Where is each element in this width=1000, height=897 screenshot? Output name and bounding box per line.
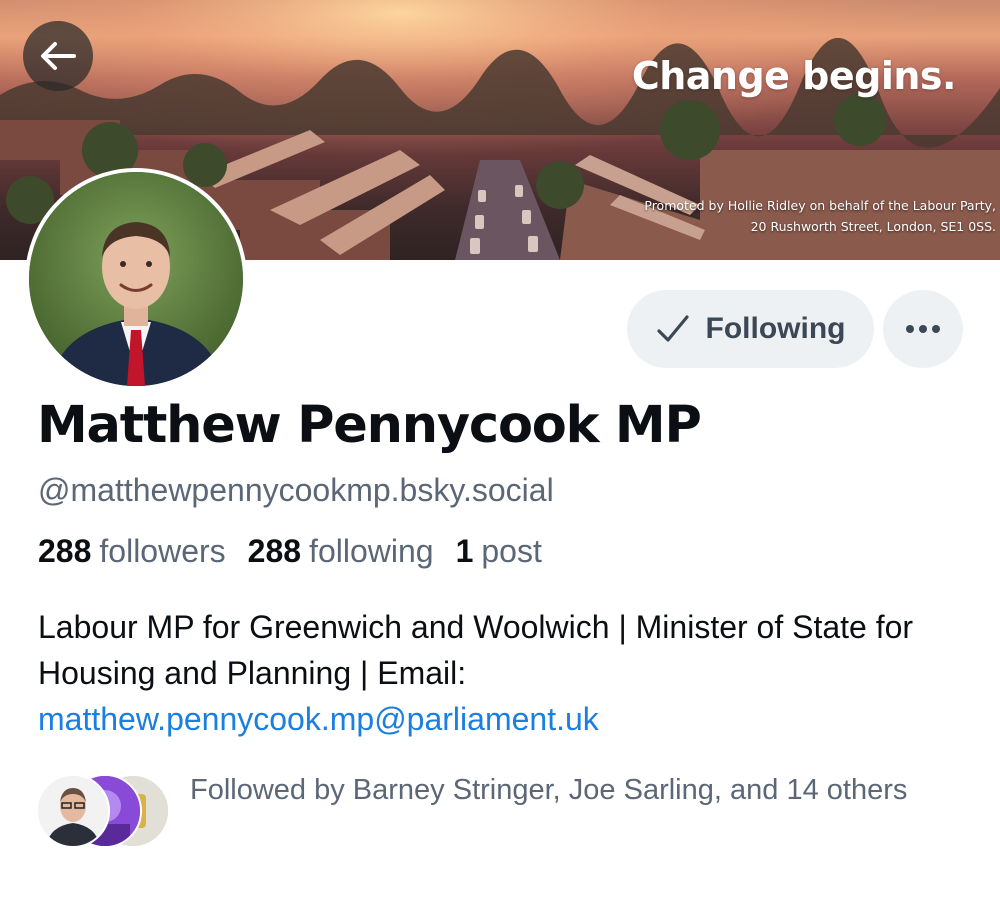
profile-handle: @matthewpennycookmp.bsky.social [38,472,554,508]
posts-label: post [481,533,542,569]
followed-by-text[interactable]: Followed by Barney Stringer, Joe Sarling… [190,770,950,810]
following-button[interactable]: Following [627,290,874,368]
imprint-line-2: 20 Rushworth Street, London, SE1 0SS. [750,219,996,234]
posts-count: 1 [455,533,474,569]
banner-headline: Change begins. [631,54,957,98]
following-stat[interactable]: 288 following [248,533,434,570]
imprint-line-1: Promoted by Hollie Ridley on behalf of t… [644,198,996,213]
back-button[interactable] [23,21,93,91]
profile-stats: 288 followers 288 following 1 post [38,533,542,570]
profile-avatar[interactable] [25,168,247,390]
arrow-left-icon [41,42,76,70]
followers-label: followers [99,533,226,569]
checkmark-icon [656,315,689,342]
avatar-photo [29,172,243,386]
followers-stat[interactable]: 288 followers [38,533,226,570]
followers-count: 288 [38,533,92,569]
banner-imprint: Promoted by Hollie Ridley on behalf of t… [644,195,996,237]
more-options-button[interactable] [883,290,963,368]
follower-avatar-1 [36,774,110,848]
following-label: Following [705,312,846,345]
following-stat-label: following [309,533,434,569]
following-count: 288 [247,533,302,569]
profile-bio: Labour MP for Greenwich and Woolwich | M… [38,604,988,742]
display-name: Matthew Pennycook MP [37,396,702,455]
ellipsis-icon [906,325,940,333]
followed-by-avatars[interactable] [36,774,170,848]
posts-stat: 1 post [456,533,542,570]
bio-email-link[interactable]: matthew.pennycook.mp@parliament.uk [38,701,599,737]
bio-text: Labour MP for Greenwich and Woolwich | M… [38,609,914,691]
